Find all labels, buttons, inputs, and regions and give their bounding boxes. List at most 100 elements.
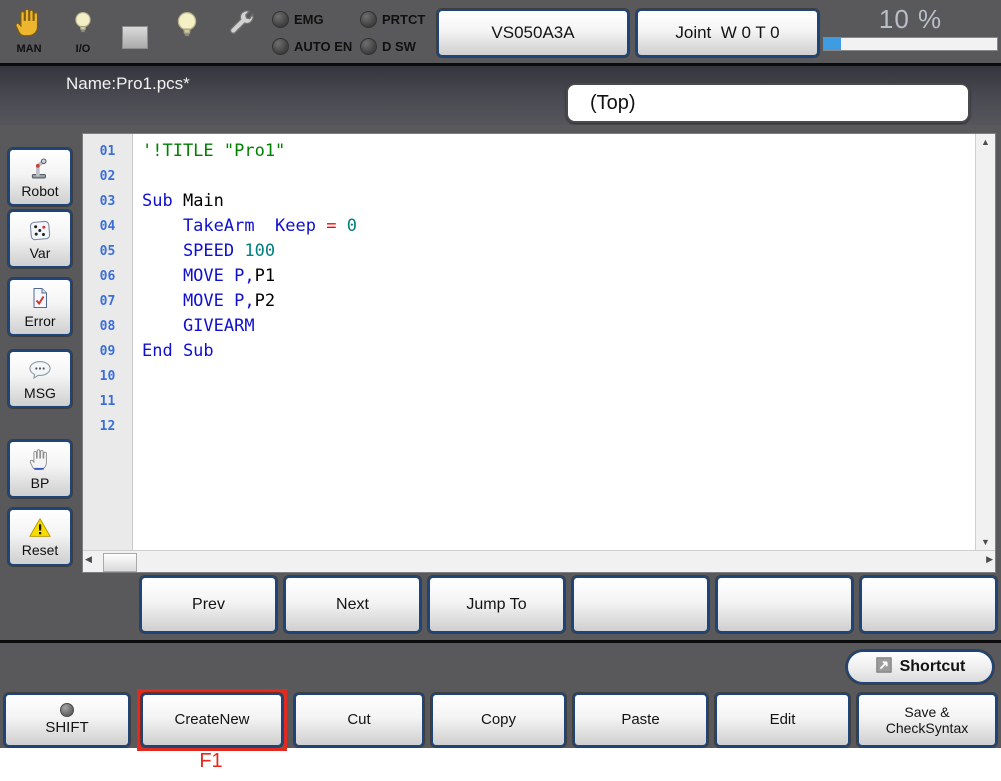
lamp-indicator: [172, 7, 202, 48]
warning-triangle-icon: [26, 516, 54, 543]
auto-en-led-icon: [272, 38, 289, 55]
robot-model-button[interactable]: VS050A3A: [437, 9, 629, 57]
function-button-copy[interactable]: Copy: [431, 693, 566, 747]
error-document-icon: [28, 285, 52, 314]
emg-led-icon: [272, 11, 289, 28]
code-line: End Sub: [142, 341, 214, 361]
line-number: 03: [99, 194, 116, 209]
line-number: 07: [99, 294, 116, 309]
sidebar-label: BP: [30, 475, 50, 491]
indicator-emg: EMG: [272, 11, 360, 28]
function-bar: Shortcut SHIFT CreateNew Cut Copy Paste Edit S…: [0, 640, 1001, 751]
sidebar-label: Error: [24, 313, 56, 329]
horizontal-scrollbar[interactable]: ◀ ▶: [83, 550, 995, 572]
dice-icon: [27, 217, 53, 246]
d-sw-led-icon: [360, 38, 377, 55]
nav-button-jump-to[interactable]: Jump To: [428, 576, 565, 633]
indicator-prtct: PRTCT: [360, 11, 425, 28]
nav-button-row: Prev Next Jump To: [140, 576, 997, 633]
nav-button-prev[interactable]: Prev: [140, 576, 277, 633]
program-name-label: Name:Pro1.pcs*: [66, 74, 190, 93]
speed-progress-bar: [823, 37, 998, 51]
nav-button-blank-5[interactable]: [716, 576, 853, 633]
sidebar-label: Robot: [21, 183, 59, 199]
indicator-auto-en: AUTO EN: [272, 38, 360, 55]
highlighted-button-frame: CreateNew: [137, 689, 287, 751]
speed-progress-fill: [824, 38, 842, 50]
line-number: 06: [99, 269, 116, 284]
fkey-f1-label: F1: [199, 750, 223, 772]
function-button-slot: Save & CheckSyntax: [857, 693, 997, 747]
scroll-right-icon[interactable]: ▶: [986, 554, 993, 565]
lamp-icon: [172, 7, 202, 48]
horizontal-scroll-thumb[interactable]: [103, 553, 137, 572]
scroll-up-icon[interactable]: ▲: [976, 134, 995, 150]
function-button-label: Save &: [904, 703, 950, 720]
code-line: TakeArm Keep = 0: [142, 216, 357, 236]
hand-icon: [13, 7, 45, 44]
shortcut-label: Shortcut: [899, 658, 966, 675]
scroll-down-icon[interactable]: ▼: [976, 534, 995, 550]
code-line: '!TITLE "Pro1": [142, 141, 286, 161]
status-led-group: EMG PRTCT AUTO EN D SW: [272, 11, 425, 55]
program-title-bar: Name:Pro1.pcs* (Top): [0, 63, 1001, 125]
line-number: 12: [99, 419, 116, 434]
line-number: 08: [99, 319, 116, 334]
nav-button-blank-6[interactable]: [860, 576, 997, 633]
sidebar-button-msg[interactable]: MSG: [8, 350, 72, 408]
top-toolbar: MAN I/O EMG PRTCT AUTO EN D SW VS050A3A …: [0, 0, 1001, 63]
nav-button-blank-4[interactable]: [572, 576, 709, 633]
function-button-slot: SHIFT: [4, 693, 130, 747]
sidebar-label: Var: [29, 245, 51, 261]
speed-percentage: 10 %: [878, 4, 943, 34]
function-button-createnew[interactable]: CreateNew: [141, 693, 283, 747]
hand-icon: [28, 447, 52, 476]
code-lines[interactable]: '!TITLE "Pro1" Sub Main TakeArm Keep = 0 …: [133, 134, 975, 550]
maintenance-indicator: [226, 5, 258, 50]
joint-mode-button[interactable]: Joint W 0 T 0: [636, 9, 819, 57]
function-button-label: CreateNew: [174, 711, 250, 729]
function-button-edit[interactable]: Edit: [715, 693, 850, 747]
vertical-scrollbar[interactable]: ▲ ▼: [975, 134, 995, 550]
shortcut-button[interactable]: Shortcut: [846, 650, 994, 684]
sidebar-button-robot[interactable]: Robot: [8, 148, 72, 206]
io-lamp-icon: [70, 7, 96, 44]
code-editor[interactable]: 01 02 03 04 05 06 07 08 09 10 11 12 '!TITLE "Pro1" S…: [82, 133, 996, 573]
sidebar-button-reset[interactable]: Reset: [8, 508, 72, 566]
function-button-savechecksyntax[interactable]: Save & CheckSyntax: [857, 693, 997, 747]
code-line: Sub Main: [142, 191, 224, 211]
sidebar-label: MSG: [24, 385, 56, 401]
line-number-gutter: 01 02 03 04 05 06 07 08 09 10 11 12: [83, 134, 133, 550]
indicator-d-sw: D SW: [360, 38, 425, 55]
line-number: 09: [99, 344, 116, 359]
code-line: MOVE P,P2: [142, 291, 276, 311]
function-button-slot: Edit: [715, 693, 850, 747]
code-line: GIVEARM: [142, 316, 255, 336]
sidebar-button-error[interactable]: Error: [8, 278, 72, 336]
manual-mode-indicator: MAN: [13, 7, 45, 55]
function-button-slot: Paste: [573, 693, 708, 747]
code-line: SPEED 100: [142, 241, 276, 261]
function-button-paste[interactable]: Paste: [573, 693, 708, 747]
function-button-cut[interactable]: Cut: [294, 693, 424, 747]
sidebar-button-bp[interactable]: BP: [8, 440, 72, 498]
main-area: Robot Var Error MSG BP Reset 01 02 03 04 05 0…: [0, 125, 1001, 573]
function-button-label: Cut: [347, 711, 371, 729]
scope-label: (Top): [590, 91, 636, 114]
sidebar-button-var[interactable]: Var: [8, 210, 72, 268]
line-number: 02: [99, 169, 116, 184]
nav-button-next[interactable]: Next: [284, 576, 421, 633]
function-button-label: Paste: [621, 711, 660, 729]
function-button-shift[interactable]: SHIFT: [4, 693, 130, 747]
function-button-label: CheckSyntax: [885, 720, 969, 736]
wrench-icon: [226, 5, 258, 50]
line-number: 04: [99, 219, 116, 234]
man-label: MAN: [16, 43, 42, 55]
io-label: I/O: [75, 43, 91, 55]
function-button-label: Copy: [480, 711, 517, 729]
scroll-left-icon[interactable]: ◀: [85, 554, 92, 565]
speed-display: 10 %: [823, 4, 998, 51]
stop-lamp-icon: [122, 26, 148, 49]
io-monitor-indicator: I/O: [70, 7, 96, 55]
